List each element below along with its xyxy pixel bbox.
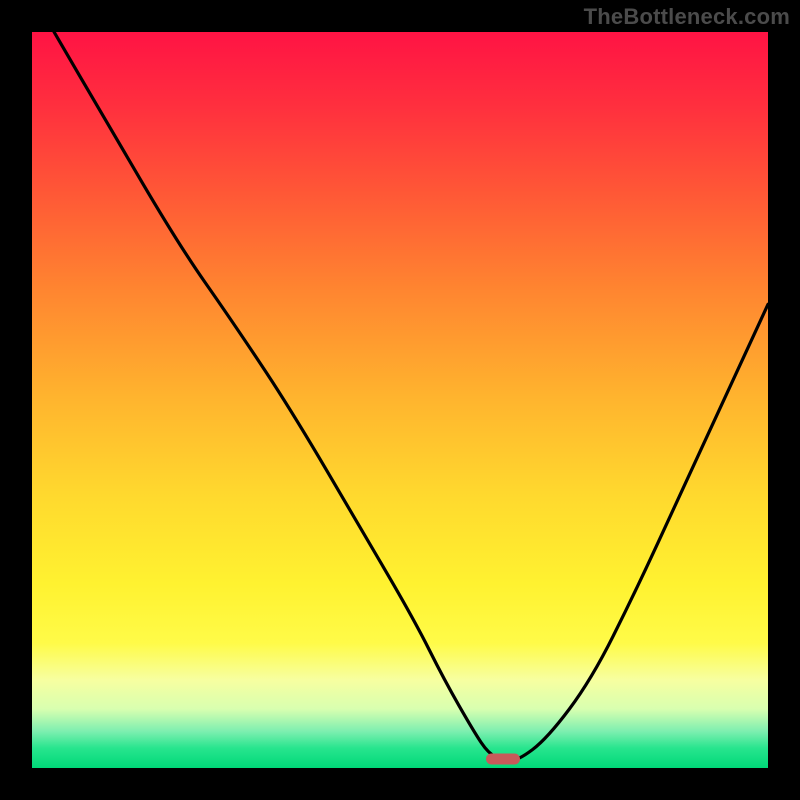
optimal-marker bbox=[486, 754, 520, 765]
watermark-label: TheBottleneck.com bbox=[584, 4, 790, 30]
bottleneck-curve bbox=[32, 32, 768, 768]
chart-frame: TheBottleneck.com bbox=[0, 0, 800, 800]
plot-area bbox=[32, 32, 768, 768]
